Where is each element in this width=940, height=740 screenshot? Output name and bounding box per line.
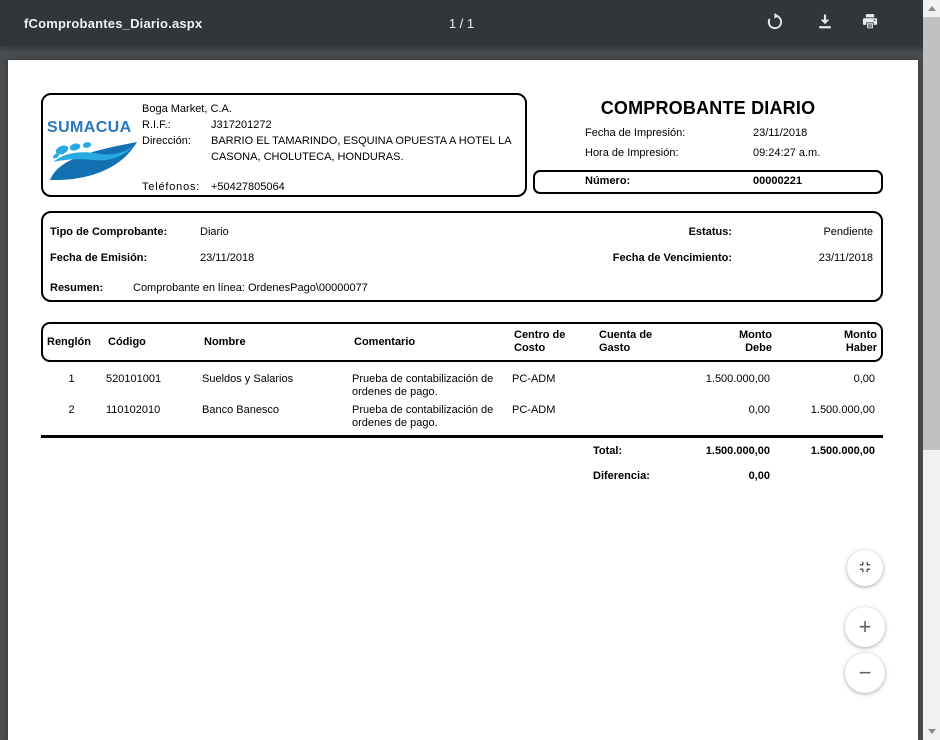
vertical-scrollbar[interactable] [923, 0, 940, 740]
table-header-row: Renglón Código Nombre Comentario Centro … [41, 322, 883, 362]
company-name: Boga Market, C.A. [142, 101, 512, 117]
download-icon [815, 12, 835, 35]
header-codigo: Código [104, 324, 200, 360]
diferencia-label: Diferencia: [593, 470, 678, 483]
table-row: 1 520101001 Sueldos y Salarios Prueba de… [41, 371, 883, 402]
estatus-value: Pendiente [823, 226, 873, 238]
header-renglon: Renglón [43, 324, 104, 360]
sumacua-logo-text: SUMACUA [47, 119, 132, 137]
table-body: 1 520101001 Sueldos y Salarios Prueba de… [41, 371, 883, 438]
direccion-row: Dirección: BARRIO EL TAMARINDO, ESQUINA … [142, 133, 512, 149]
voucher-info-box: Tipo de Comprobante: Diario Estatus: Pen… [41, 211, 883, 302]
telefonos-value: +50427805064 [211, 179, 512, 195]
resumen-label: Resumen: [50, 282, 103, 294]
fit-to-page-icon [856, 558, 874, 579]
rif-value: J317201272 [211, 117, 512, 133]
fecha-vencimiento-label: Fecha de Vencimiento: [613, 252, 732, 264]
pdf-toolbar: fComprobantes_Diario.aspx 1 / 1 [0, 0, 940, 46]
scrollbar-thumb[interactable] [923, 17, 940, 450]
report-title: COMPROBANTE DIARIO [533, 98, 883, 119]
table-row: 2 110102010 Banco Banesco Prueba de cont… [41, 402, 883, 433]
total-row: Total: 1.500.000,00 1.500.000,00 [41, 445, 883, 458]
diferencia-row: Diferencia: 0,00 [41, 470, 883, 483]
company-fields: Boga Market, C.A. R.I.F.: J317201272 Dir… [142, 101, 512, 195]
print-icon [860, 12, 880, 35]
zoom-in-button[interactable]: + [845, 607, 885, 647]
telefonos-row: Teléfonos: +50427805064 [142, 179, 512, 195]
direccion-line2: CASONA, CHOLUTECA, HONDURAS. [211, 149, 512, 165]
pdf-viewer-area: SUMACUA Boga Market, C.A. R.I.F.: J317 [0, 46, 923, 740]
rif-label: R.I.F.: [142, 117, 211, 133]
estatus-label: Estatus: [689, 226, 732, 238]
fecha-emision-value: 23/11/2018 [200, 252, 254, 264]
total-debe: 1.500.000,00 [678, 445, 770, 458]
fecha-emision-label: Fecha de Emisión: [50, 252, 147, 264]
report-header: COMPROBANTE DIARIO Fecha de Impresión: 2… [533, 93, 883, 193]
numero-label: Número: [585, 175, 630, 187]
tipo-comprobante-value: Diario [200, 226, 229, 238]
direccion-line1: BARRIO EL TAMARINDO, ESQUINA OPUESTA A H… [211, 133, 512, 149]
scroll-down-icon [928, 729, 936, 734]
telefonos-label: Teléfonos: [142, 179, 211, 195]
download-button[interactable] [813, 11, 837, 35]
header-comentario: Comentario [350, 324, 510, 360]
tipo-comprobante-label: Tipo de Comprobante: [50, 226, 167, 238]
header-monto-debe: MontoDebe [680, 324, 772, 360]
company-info-box: SUMACUA Boga Market, C.A. R.I.F.: J317 [41, 93, 527, 197]
fecha-vencimiento-value: 23/11/2018 [819, 252, 873, 264]
direccion-label: Dirección: [142, 133, 211, 149]
fecha-impresion-label: Fecha de Impresión: [585, 127, 685, 139]
entries-table: Renglón Código Nombre Comentario Centro … [41, 322, 883, 483]
scroll-up-button[interactable] [923, 0, 940, 17]
company-name-row: Boga Market, C.A. [142, 101, 512, 117]
numero-box: Número: 00000221 [533, 170, 883, 194]
header-monto-haber: MontoHaber [772, 324, 885, 360]
scroll-down-button[interactable] [923, 723, 940, 740]
numero-value: 00000221 [753, 175, 802, 187]
plus-icon: + [859, 614, 872, 640]
header-nombre: Nombre [200, 324, 350, 360]
rif-row: R.I.F.: J317201272 [142, 117, 512, 133]
header-centro-costo: Centro deCosto [510, 324, 595, 360]
document-page: SUMACUA Boga Market, C.A. R.I.F.: J317 [8, 60, 918, 740]
fit-to-page-button[interactable] [847, 550, 883, 586]
resumen-value: Comprobante en línea: OrdenesPago\000000… [133, 282, 368, 294]
print-button[interactable] [858, 11, 882, 35]
zoom-out-button[interactable]: − [845, 653, 885, 693]
total-haber: 1.500.000,00 [770, 445, 883, 458]
minus-icon: − [859, 660, 872, 686]
rotate-clockwise-icon [765, 12, 785, 35]
header-cuenta-gasto: Cuenta deGasto [595, 324, 680, 360]
hora-impresion-value: 09:24:27 a.m. [753, 147, 820, 159]
total-label: Total: [593, 445, 678, 458]
scroll-up-icon [928, 6, 936, 11]
rotate-button[interactable] [763, 11, 787, 35]
direccion-row2: CASONA, CHOLUTECA, HONDURAS. [142, 149, 512, 165]
diferencia-value: 0,00 [678, 470, 770, 483]
sumacua-wave-logo-icon [49, 139, 139, 186]
hora-impresion-label: Hora de Impresión: [585, 147, 679, 159]
fecha-impresion-value: 23/11/2018 [753, 127, 807, 139]
